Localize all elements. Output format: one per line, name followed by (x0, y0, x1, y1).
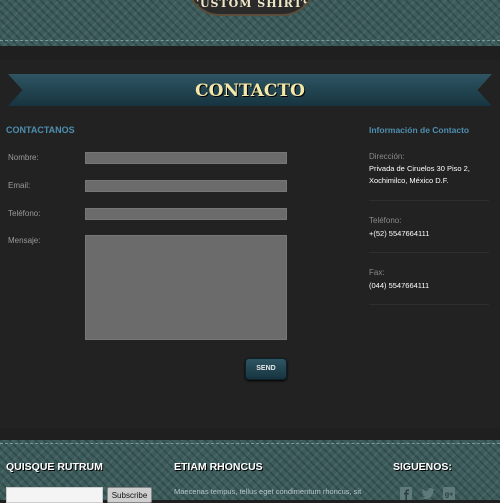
facebook-icon[interactable] (400, 487, 412, 500)
message-label: Mensaje: (8, 236, 41, 245)
phone-label: Teléfono: (8, 209, 41, 218)
name-label: Nombre: (8, 153, 39, 162)
email-field[interactable] (85, 180, 287, 192)
twitter-icon[interactable] (421, 487, 435, 500)
logo-text: CUSTOM SHIRTS (190, 0, 312, 10)
svg-text:g+: g+ (445, 492, 453, 499)
fax-label: Fax: (369, 268, 385, 277)
name-field[interactable] (85, 152, 287, 164)
contact-info-heading: Información de Contacto (369, 125, 470, 135)
header-stitch (0, 40, 500, 41)
footer-heading-1: QUISQUE RUTRUM (6, 461, 103, 473)
page-title-ribbon: Contacto (8, 74, 492, 106)
subscribe-button[interactable]: Subscribe (107, 487, 152, 503)
footer-stitch (0, 443, 500, 444)
subscribe-button-label: Subscribe (111, 491, 148, 500)
phone-info-value: +(52) 5547664111 (369, 229, 430, 238)
address-line-2: Xochimilco, México D.F. (369, 176, 449, 185)
info-divider (369, 304, 489, 305)
footer-heading-2: ETIAM RHONCUS (174, 461, 263, 473)
page-title: Contacto (195, 81, 305, 101)
google-plus-icon[interactable]: g+ (443, 487, 455, 500)
footer-heading-3: SIGUENOS: (393, 461, 452, 473)
phone-field[interactable] (85, 208, 287, 220)
info-divider (369, 252, 489, 253)
message-field[interactable] (85, 235, 287, 340)
send-button[interactable]: SEND (245, 358, 287, 380)
footer-text: Maecenas tempus, tellus eget condimentum… (174, 487, 362, 496)
subscribe-email-input[interactable] (6, 487, 103, 503)
address-label: Dirección: (369, 152, 405, 161)
address-line-1: Privada de Ciruelos 30 Piso 2, (369, 164, 470, 173)
phone-info-label: Teléfono: (369, 216, 402, 225)
send-button-label: SEND (256, 365, 276, 372)
email-label: Email: (8, 181, 31, 190)
fax-value: (044) 5547664111 (369, 281, 430, 290)
info-divider (369, 200, 489, 201)
contact-form-heading: CONTACTANOS (6, 125, 75, 135)
